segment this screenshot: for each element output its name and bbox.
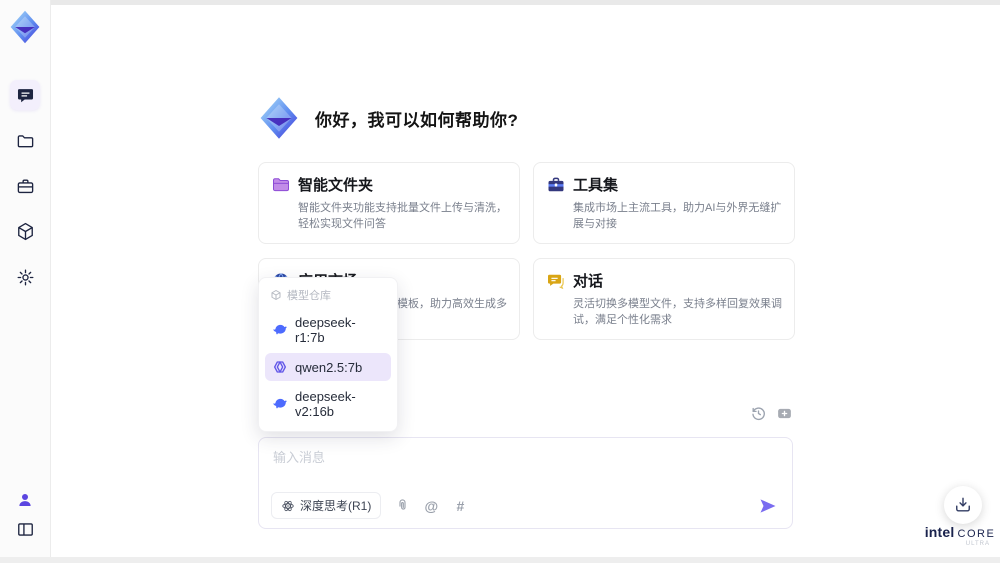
model-dropdown-header: 模型仓库 [265, 284, 391, 307]
atom-icon [282, 500, 294, 511]
user-icon [19, 494, 31, 506]
chat-gold-icon [548, 274, 564, 289]
sidebar-collapse-button[interactable] [10, 514, 40, 544]
sidebar-item-apps[interactable] [10, 216, 40, 246]
model-option-qwen[interactable]: qwen2.5:7b [265, 353, 391, 381]
card-toolset[interactable]: 工具集 集成市场上主流工具，助力AI与外界无缝扩展与对接 [533, 162, 795, 244]
briefcase-icon [17, 178, 33, 193]
paperclip-icon [399, 499, 406, 510]
card-dialog[interactable]: 对话 灵活切换多模型文件，支持多样回复效果调试，满足个性化需求 [533, 258, 795, 340]
card-title: 工具集 [573, 177, 619, 194]
intel-logo-text: intel [924, 524, 955, 540]
card-description: 智能文件夹功能支持批量文件上传与清洗，轻松实现文件问答 [298, 202, 507, 230]
sidebar-item-settings[interactable] [10, 262, 40, 292]
intel-core-badge: intel CORE ULTRA [924, 524, 996, 547]
cube-icon [17, 222, 33, 240]
gear-icon [17, 269, 33, 285]
video-icon[interactable] [776, 405, 793, 422]
model-option-deepseek-r1[interactable]: deepseek-r1:7b [265, 309, 391, 351]
download-icon [956, 497, 970, 512]
chat-bubble-icon [17, 88, 33, 102]
app-logo-icon [10, 10, 40, 44]
model-option-deepseek-v2[interactable]: deepseek-v2:16b [265, 383, 391, 425]
window-top-edge [51, 0, 1000, 5]
qwen-icon [274, 361, 286, 373]
card-description: 灵活切换多模型文件，支持多样回复效果调试，满足个性化需求 [573, 298, 782, 326]
sidebar [0, 0, 51, 563]
sidebar-item-files[interactable] [10, 126, 40, 156]
hash-icon[interactable]: # [452, 498, 468, 514]
folder-purple-icon [273, 177, 289, 191]
greeting-row: 你好，我可以如何帮助你? [256, 95, 518, 141]
model-dropdown: 模型仓库 deepseek-r1:7b qwen2.5:7b deepseek-… [258, 277, 398, 432]
app-logo-icon [260, 97, 298, 139]
card-title: 对话 [573, 273, 604, 290]
deep-think-label: 深度思考(R1) [300, 499, 372, 513]
app-window: 你好，我可以如何帮助你? 智能文件夹 智能文件夹功能支持批量文件上传与清洗，轻松… [0, 0, 1000, 563]
download-button[interactable] [944, 486, 982, 524]
model-option-label: deepseek-r1:7b [295, 315, 356, 345]
folder-icon [17, 134, 33, 147]
briefcase-navy-icon [548, 177, 564, 191]
history-icon[interactable] [750, 405, 767, 422]
deepseek-icon [273, 398, 287, 409]
at-icon[interactable]: @ [423, 498, 439, 514]
core-logo-text: CORE [957, 528, 996, 540]
message-input[interactable] [273, 447, 778, 489]
model-option-label: qwen2.5:7b [295, 359, 363, 375]
greeting-text: 你好，我可以如何帮助你? [315, 110, 519, 130]
deep-think-toggle[interactable]: 深度思考(R1) [271, 492, 382, 519]
model-option-label: deepseek-v2:16b [295, 389, 356, 419]
model-dropdown-header-label: 模型仓库 [287, 290, 331, 302]
send-icon[interactable] [758, 496, 778, 516]
sidebar-item-account[interactable] [10, 485, 40, 515]
card-smart-folder[interactable]: 智能文件夹 智能文件夹功能支持批量文件上传与清洗，轻松实现文件问答 [258, 162, 520, 244]
repo-icon [271, 290, 281, 300]
panel-toggle-icon [17, 522, 33, 536]
attach-file-button[interactable] [394, 498, 410, 514]
deepseek-icon [273, 324, 287, 335]
sidebar-item-tools[interactable] [10, 171, 40, 201]
card-description: 集成市场上主流工具，助力AI与外界无缝扩展与对接 [573, 202, 782, 230]
ultra-logo-text: ULTRA [965, 541, 990, 547]
composer-toolbar: 深度思考(R1) @ # [271, 492, 778, 519]
sidebar-item-chat[interactable] [10, 80, 40, 110]
chat-actions [750, 405, 793, 422]
card-title: 智能文件夹 [298, 177, 374, 194]
message-composer: 深度思考(R1) @ # [258, 437, 793, 529]
window-bottom-edge [0, 557, 1000, 563]
